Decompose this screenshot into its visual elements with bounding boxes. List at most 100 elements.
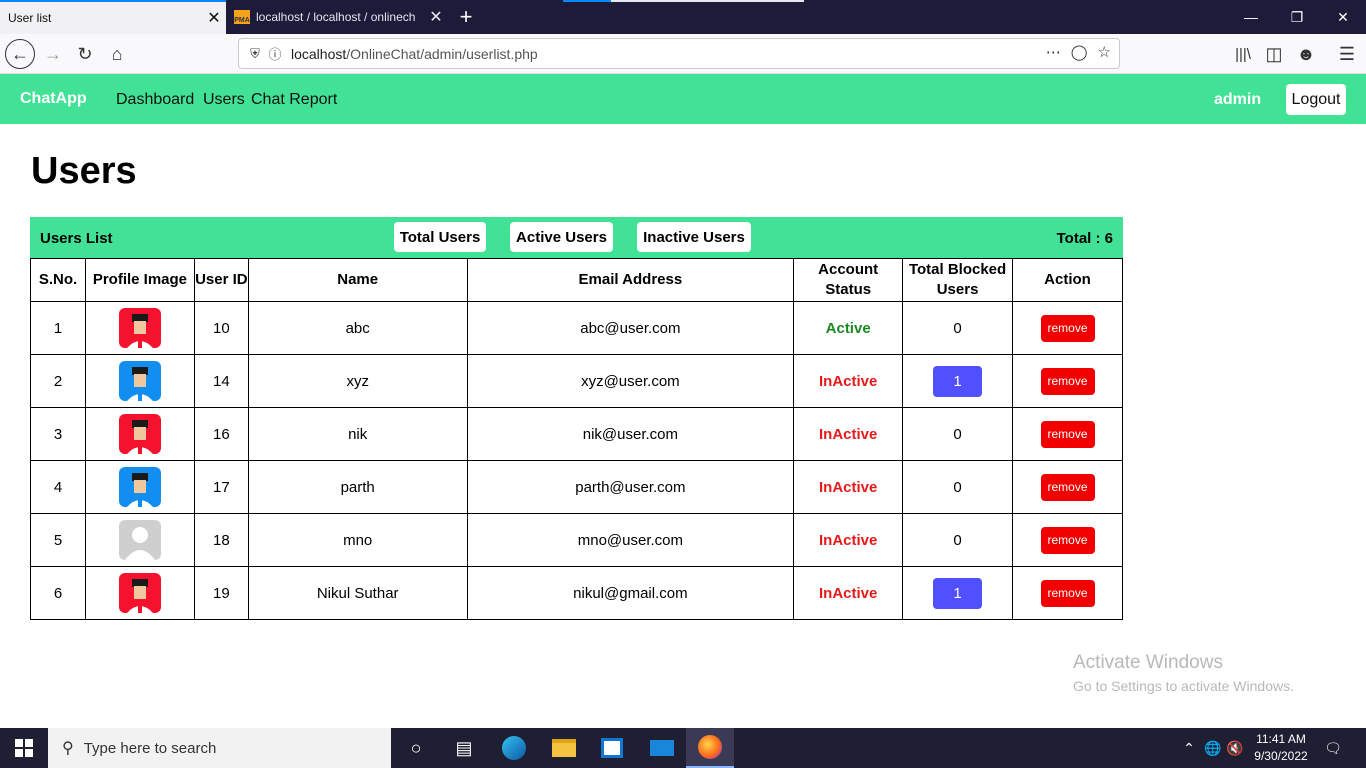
cell-total-blocked: 0	[902, 460, 1014, 514]
close-window-icon[interactable]: ✕	[1320, 0, 1366, 34]
brand-logo[interactable]: ChatApp	[20, 90, 87, 108]
windows-taskbar: ⚲ Type here to search ○ ▤ ⌃ 🌐 🔇 11:41 AM…	[0, 728, 1366, 768]
logout-button[interactable]: Logout	[1286, 84, 1346, 115]
tab-close-icon[interactable]: ✕	[424, 7, 448, 27]
remove-button[interactable]: remove	[1040, 314, 1095, 342]
menu-icon[interactable]: ☰	[1332, 39, 1362, 69]
task-view-icon[interactable]: ▤	[440, 728, 488, 768]
search-placeholder: Type here to search	[83, 739, 217, 757]
mail-icon[interactable]	[638, 728, 686, 768]
header-action: Action	[1012, 258, 1123, 302]
avatar	[118, 520, 161, 560]
nav-link-users[interactable]: Users	[203, 91, 245, 109]
blocked-count-button[interactable]: 1	[933, 365, 983, 397]
loading-indicator	[611, 0, 804, 2]
volume-muted-icon[interactable]: 🔇	[1224, 728, 1246, 768]
loading-indicator	[563, 0, 611, 2]
clock-date: 9/30/2022	[1254, 749, 1308, 763]
cell-sno: 1	[30, 301, 86, 355]
remove-button[interactable]: remove	[1040, 473, 1095, 501]
watermark-subtitle: Go to Settings to activate Windows.	[1073, 678, 1294, 694]
clock-time: 11:41 AM	[1256, 732, 1306, 746]
cell-sno: 2	[30, 354, 86, 408]
remove-button[interactable]: remove	[1040, 579, 1095, 607]
shield-icon[interactable]: ⛨	[245, 46, 265, 62]
current-user: admin	[1214, 91, 1262, 108]
store-icon[interactable]	[588, 728, 636, 768]
blocked-count-button[interactable]: 1	[933, 577, 983, 609]
library-icon[interactable]: |||\	[1228, 39, 1258, 69]
table-row: 1 10 abc abc@user.com Active 0 remove	[30, 301, 1123, 355]
cell-profile-image	[84, 354, 195, 408]
cell-user-id: 19	[193, 566, 249, 620]
minimize-icon[interactable]: —	[1228, 0, 1274, 34]
account-icon[interactable]: ☻	[1291, 39, 1321, 69]
tab-close-icon[interactable]: ✕	[202, 8, 226, 28]
cell-action: remove	[1012, 354, 1123, 408]
cell-email: mno@user.com	[466, 513, 795, 567]
notifications-icon[interactable]: 🗨	[1318, 728, 1348, 768]
nav-link-chat-report[interactable]: Chat Report	[251, 91, 337, 109]
new-tab-icon[interactable]: +	[454, 4, 478, 30]
taskbar-clock[interactable]: 11:41 AM 9/30/2022	[1246, 731, 1316, 765]
tray-overflow-icon[interactable]: ⌃	[1178, 728, 1200, 768]
cell-total-blocked: 0	[902, 407, 1014, 461]
cell-email: nikul@gmail.com	[466, 566, 795, 620]
header-email: Email Address	[466, 258, 795, 302]
header-user-id: User ID	[193, 258, 249, 302]
cell-account-status: InActive	[793, 566, 904, 620]
search-icon: ⚲	[62, 740, 74, 757]
cell-email: parth@user.com	[466, 460, 795, 514]
info-icon[interactable]: ⓘ	[265, 44, 285, 63]
cell-sno: 6	[30, 566, 86, 620]
network-icon[interactable]: 🌐	[1202, 728, 1224, 768]
status-badge: InActive	[818, 584, 878, 602]
pocket-icon[interactable]: ◯	[1071, 43, 1088, 61]
cell-account-status: InActive	[793, 354, 904, 408]
nav-link-dashboard[interactable]: Dashboard	[116, 91, 194, 109]
cortana-icon[interactable]: ○	[392, 728, 440, 768]
cell-action: remove	[1012, 407, 1123, 461]
table-row: 6 19 Nikul Suthar nikul@gmail.com InActive 1 r…	[30, 566, 1123, 620]
cell-user-id: 16	[193, 407, 249, 461]
restore-icon[interactable]: ❐	[1274, 0, 1320, 34]
header-account-status: Account Status	[793, 258, 904, 302]
phpmyadmin-favicon-icon: PMA	[234, 10, 250, 24]
avatar	[118, 361, 161, 401]
cell-total-blocked: 1	[902, 566, 1014, 620]
page-actions-icon[interactable]: ⋯	[1046, 43, 1061, 61]
tab-user-list[interactable]: User list ✕	[0, 0, 226, 34]
url-bar[interactable]: ⛨ ⓘ localhost/OnlineChat/admin/userlist.…	[238, 38, 1120, 69]
remove-button[interactable]: remove	[1040, 420, 1095, 448]
forward-icon[interactable]: →	[38, 39, 68, 69]
windows-start-icon[interactable]	[0, 728, 48, 768]
url-text[interactable]: localhost/OnlineChat/admin/userlist.php	[291, 46, 538, 62]
file-explorer-icon[interactable]	[540, 728, 588, 768]
active-users-button[interactable]: Active Users	[510, 222, 613, 252]
app-navbar: ChatApp Dashboard Users Chat Report admi…	[0, 74, 1366, 124]
taskbar-search-box[interactable]: ⚲ Type here to search	[48, 728, 391, 768]
inactive-users-button[interactable]: Inactive Users	[637, 222, 751, 252]
remove-button[interactable]: remove	[1040, 526, 1095, 554]
back-icon[interactable]: ←	[5, 39, 35, 69]
cell-action: remove	[1012, 460, 1123, 514]
url-actions: ⋯ ◯ ☆	[1046, 43, 1111, 61]
home-icon[interactable]: ⌂	[102, 39, 132, 69]
remove-button[interactable]: remove	[1040, 367, 1095, 395]
users-table: S.No. Profile Image User ID Name Email A…	[30, 258, 1123, 620]
reload-icon[interactable]: ↻	[70, 39, 100, 69]
status-badge: InActive	[818, 478, 878, 496]
status-badge: InActive	[818, 372, 878, 390]
firefox-icon[interactable]	[686, 728, 734, 768]
bookmark-star-icon[interactable]: ☆	[1098, 43, 1111, 61]
cell-email: xyz@user.com	[466, 354, 795, 408]
tab-phpmyadmin[interactable]: PMA localhost / localhost / onlinech ✕	[226, 0, 448, 34]
total-count: Total : 6	[1056, 230, 1113, 247]
sidebar-icon[interactable]: ◫	[1259, 39, 1289, 69]
cell-name: parth	[247, 460, 468, 514]
blocked-count: 0	[953, 478, 962, 496]
browser-toolbar: ← → ↻ ⌂ ⛨ ⓘ localhost/OnlineChat/admin/u…	[0, 34, 1366, 74]
total-users-button[interactable]: Total Users	[394, 222, 486, 252]
cell-action: remove	[1012, 301, 1123, 355]
edge-icon[interactable]	[490, 728, 538, 768]
